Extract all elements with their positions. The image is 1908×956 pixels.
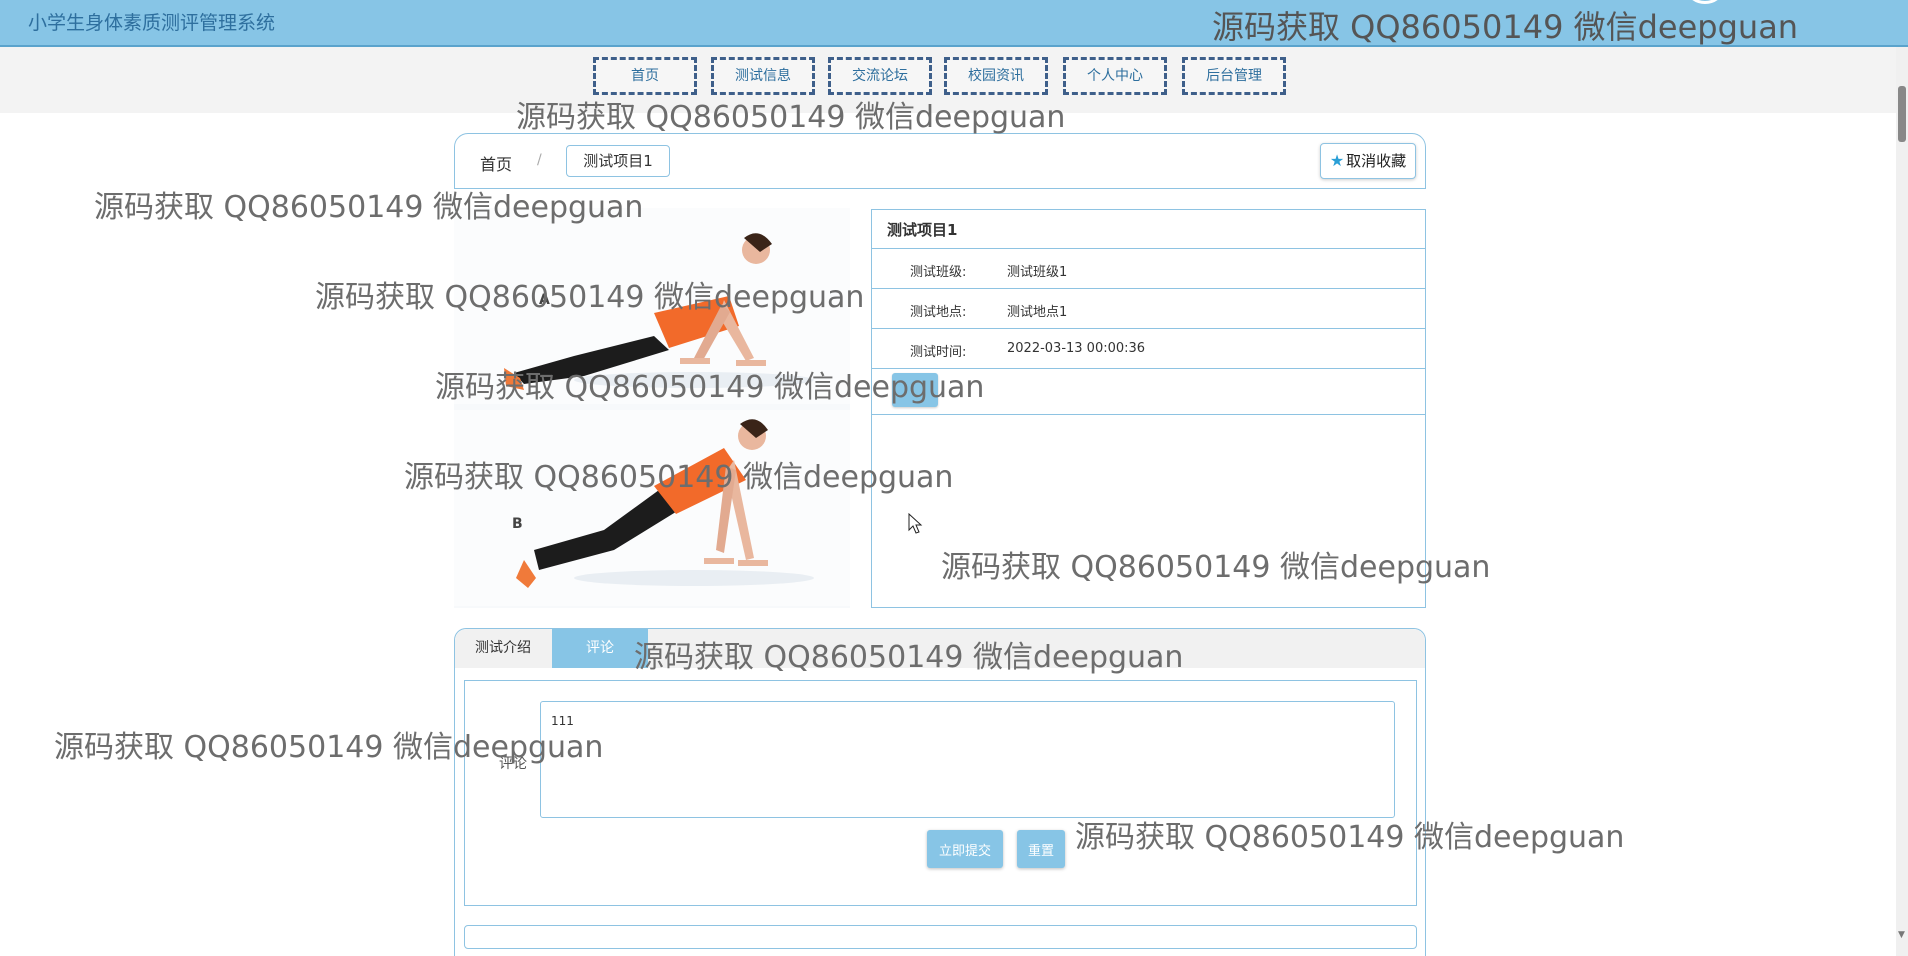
mouse-cursor-icon — [908, 513, 923, 534]
site-title: 小学生身体素质测评管理系统 — [28, 12, 276, 34]
scrollbar-thumb[interactable] — [1898, 86, 1906, 142]
item-image: A B — [454, 208, 850, 608]
nav-item-home[interactable]: 首页 — [593, 57, 697, 95]
watermark-text: 源码获取 QQ86050149 微信deepguan — [1212, 8, 1799, 46]
main-nav: 首页 测试信息 交流论坛 校园资讯 个人中心 后台管理 — [0, 47, 1896, 113]
cancel-favorite-button[interactable]: ★ 取消收藏 — [1320, 143, 1416, 179]
comment-form: 评论 立即提交 重置 — [464, 680, 1417, 906]
tab-bar: 测试介绍 评论 — [455, 629, 1425, 668]
scroll-down-icon[interactable]: ▼ — [1898, 930, 1905, 940]
detail-label: 测试时间: — [910, 345, 967, 360]
tabs-container: 测试介绍 评论 评论 立即提交 重置 — [454, 628, 1426, 956]
detail-row-location: 测试地点: 测试地点1 — [872, 289, 1425, 329]
photo-label-a: A — [539, 292, 550, 308]
detail-row-time: 测试时间: 2022-03-13 00:00:36 — [872, 329, 1425, 369]
detail-action-row — [872, 367, 1425, 415]
item-detail-panel: 测试项目1 测试班级: 测试班级1 测试地点: 测试地点1 测试时间: 2022… — [871, 209, 1426, 608]
breadcrumb-current: 测试项目1 — [566, 145, 670, 177]
cancel-favorite-label: 取消收藏 — [1346, 152, 1407, 170]
detail-label: 测试班级: — [910, 265, 967, 280]
detail-value: 测试班级1 — [1007, 265, 1068, 280]
tab-intro[interactable]: 测试介绍 — [455, 629, 551, 668]
tab-comments[interactable]: 评论 — [552, 629, 648, 668]
detail-label: 测试地点: — [910, 305, 967, 320]
detail-action-button[interactable] — [892, 373, 938, 407]
breadcrumb-home-link[interactable]: 首页 — [480, 151, 512, 175]
reset-button[interactable]: 重置 — [1017, 830, 1065, 868]
star-icon: ★ — [1329, 151, 1345, 170]
breadcrumb: 首页 / 测试项目1 ★ 取消收藏 — [454, 133, 1426, 189]
photo-plank-b: B — [454, 410, 850, 606]
comment-textarea[interactable] — [540, 701, 1395, 818]
item-title: 测试项目1 — [872, 210, 1425, 249]
plank-illustration-b — [516, 419, 814, 588]
nav-item-admin[interactable]: 后台管理 — [1182, 57, 1286, 95]
photo-plank-a: A — [454, 208, 850, 404]
detail-value: 测试地点1 — [1007, 305, 1068, 320]
plank-illustration-a — [504, 233, 814, 390]
comment-label: 评论 — [499, 756, 527, 772]
detail-value: 2022-03-13 00:00:36 — [1007, 341, 1146, 356]
submit-button[interactable]: 立即提交 — [927, 830, 1003, 868]
page-scrollbar[interactable] — [1896, 47, 1908, 956]
nav-item-campus-news[interactable]: 校园资讯 — [944, 57, 1048, 95]
comment-list-box — [464, 925, 1417, 949]
detail-row-class: 测试班级: 测试班级1 — [872, 249, 1425, 289]
photo-label-b: B — [512, 516, 523, 532]
nav-item-forum[interactable]: 交流论坛 — [828, 57, 932, 95]
nav-item-test-info[interactable]: 测试信息 — [711, 57, 815, 95]
nav-item-profile[interactable]: 个人中心 — [1063, 57, 1167, 95]
breadcrumb-separator: / — [537, 152, 542, 168]
